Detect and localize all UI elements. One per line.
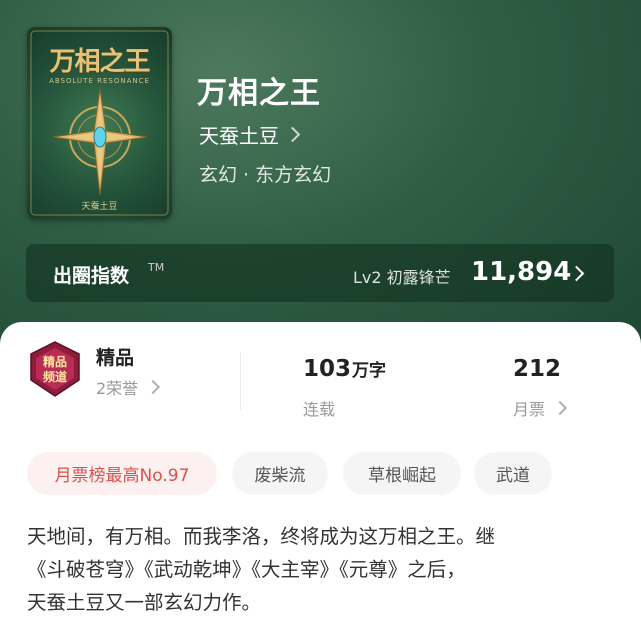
serial-status: 连载 [303, 400, 336, 419]
chevron-right-icon [552, 400, 568, 416]
cover-title-art: 万相之王 [49, 47, 150, 77]
monthly-ticket-label: 月票 [513, 400, 546, 419]
tag-item[interactable]: 草根崛起 [343, 452, 461, 495]
book-genre[interactable]: 玄幻 · 东方玄幻 [199, 160, 331, 187]
word-count-number: 103 [303, 356, 352, 382]
chevron-right-icon [146, 379, 161, 395]
breakout-index-bar[interactable]: 出圈指数 TM Lv2 初露锋芒 11,894 [26, 244, 614, 302]
honor-count: 2荣誉 [96, 379, 139, 398]
monthly-ticket-count: 212 [513, 356, 562, 382]
svg-text:频道: 频道 [43, 369, 67, 384]
monthly-ticket-link[interactable]: 月票 [513, 396, 568, 420]
book-title: 万相之王 [197, 76, 321, 111]
book-intro[interactable]: 天地间，有万相。而我李洛，终将成为这万相之王。继 《斗破苍穹》《武动乾坤》《大主… [27, 520, 619, 619]
quality-channel-badge-icon[interactable]: 精品 频道 [27, 340, 83, 402]
index-value: 11,894 [471, 257, 572, 287]
intro-line: 天地间，有万相。而我李洛，终将成为这万相之王。继 [27, 525, 496, 548]
quality-label: 精品 [96, 347, 135, 369]
index-trademark: TM [148, 261, 165, 274]
author-link[interactable]: 天蚕土豆 [199, 120, 301, 149]
word-count: 103 万字 [303, 356, 386, 382]
honor-link[interactable]: 2荣誉 [96, 375, 161, 399]
index-level: Lv2 初露锋芒 [353, 268, 451, 287]
tag-item[interactable]: 废柴流 [232, 452, 328, 495]
cover-author-art: 天蚕土豆 [81, 202, 118, 212]
index-label: 出圈指数 [53, 265, 130, 287]
tag-item[interactable]: 武道 [474, 452, 552, 495]
book-cover[interactable]: 万相之王 ABSOLUTE RESONANCE 天蚕土豆 [27, 27, 172, 219]
author-name: 天蚕土豆 [199, 124, 279, 148]
tag-ranking[interactable]: 月票榜最高No.97 [27, 452, 217, 495]
word-count-unit: 万字 [352, 361, 387, 381]
intro-line: 天蚕土豆又一部玄幻力作。 [27, 591, 262, 614]
stats-divider [240, 352, 241, 410]
chevron-right-icon [284, 126, 301, 143]
intro-line: 《斗破苍穹》《武动乾坤》《大主宰》《元尊》之后， [27, 558, 466, 581]
svg-text:精品: 精品 [43, 354, 67, 369]
cover-subtitle-art: ABSOLUTE RESONANCE [49, 77, 150, 85]
